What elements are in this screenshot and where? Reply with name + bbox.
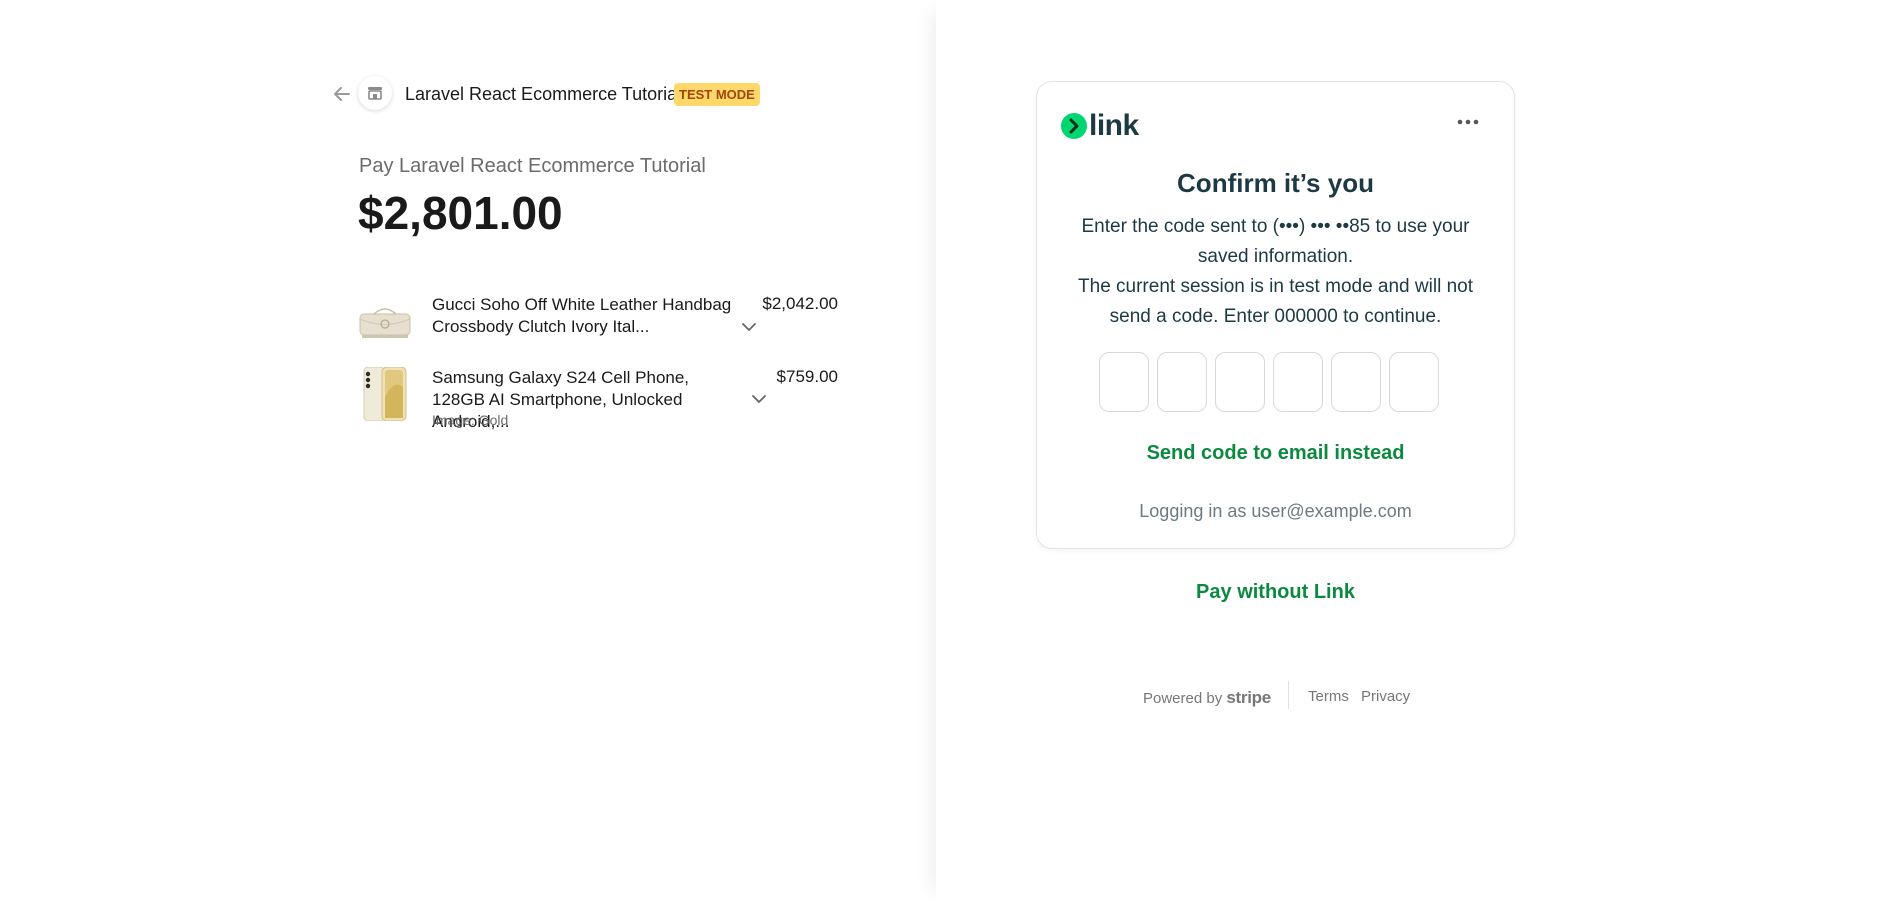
phone-thumbnail [358, 366, 412, 422]
footer-divider [1288, 681, 1289, 709]
otp-digit-5[interactable] [1331, 352, 1381, 412]
item-price: $2,042.00 [762, 294, 838, 313]
link-verification-card: link Confirm it’s you Enter the code sen… [1036, 81, 1515, 549]
otp-digit-3[interactable] [1215, 352, 1265, 412]
pay-without-link-button[interactable]: Pay without Link [1036, 581, 1515, 604]
item-variant: Image: Gold [432, 412, 509, 428]
link-logo-icon [1061, 113, 1087, 139]
back-arrow-icon[interactable] [331, 84, 353, 104]
more-options-icon[interactable] [1456, 114, 1480, 130]
item-price: $759.00 [776, 367, 838, 386]
line-item: Gucci Soho Off White Leather Handbag Cro… [358, 294, 838, 344]
privacy-link[interactable]: Privacy [1361, 688, 1410, 705]
total-amount: $2,801.00 [358, 187, 563, 239]
logged-in-as-text: Logging in as user@example.com [1139, 501, 1412, 521]
chevron-down-icon[interactable] [740, 320, 758, 332]
order-summary-pane: Laravel React Ecommerce Tutorial TEST MO… [0, 0, 936, 901]
otp-digit-4[interactable] [1273, 352, 1323, 412]
otp-digit-1[interactable] [1099, 352, 1149, 412]
test-mode-badge: TEST MODE [674, 83, 760, 106]
otp-digit-6[interactable] [1389, 352, 1439, 412]
item-name: Gucci Soho Off White Leather Handbag Cro… [432, 295, 732, 336]
description-line: The current session is in test mode and … [1078, 276, 1473, 327]
handbag-thumbnail [358, 294, 412, 348]
powered-by-stripe[interactable]: Powered by stripe [1143, 688, 1271, 708]
link-logo: link [1061, 109, 1139, 143]
terms-link[interactable]: Terms [1308, 688, 1349, 705]
chevron-down-icon[interactable] [750, 392, 768, 404]
pay-label: Pay Laravel React Ecommerce Tutorial [359, 155, 706, 177]
confirm-title: Confirm it’s you [1177, 168, 1374, 198]
description-line: Enter the code sent to (•••) ••• ••85 to… [1081, 216, 1470, 267]
stripe-logo: stripe [1226, 688, 1271, 707]
verification-description: Enter the code sent to (•••) ••• ••85 to… [1059, 212, 1492, 332]
powered-by-label: Powered by [1143, 690, 1223, 707]
merchant-name: Laravel React Ecommerce Tutorial [405, 84, 682, 104]
otp-input-group [1099, 352, 1439, 412]
send-code-to-email-link[interactable]: Send code to email instead [1037, 442, 1514, 465]
link-logo-text: link [1089, 109, 1139, 142]
otp-digit-2[interactable] [1157, 352, 1207, 412]
line-item: Samsung Galaxy S24 Cell Phone, 128GB AI … [358, 366, 838, 431]
store-icon [358, 76, 392, 110]
